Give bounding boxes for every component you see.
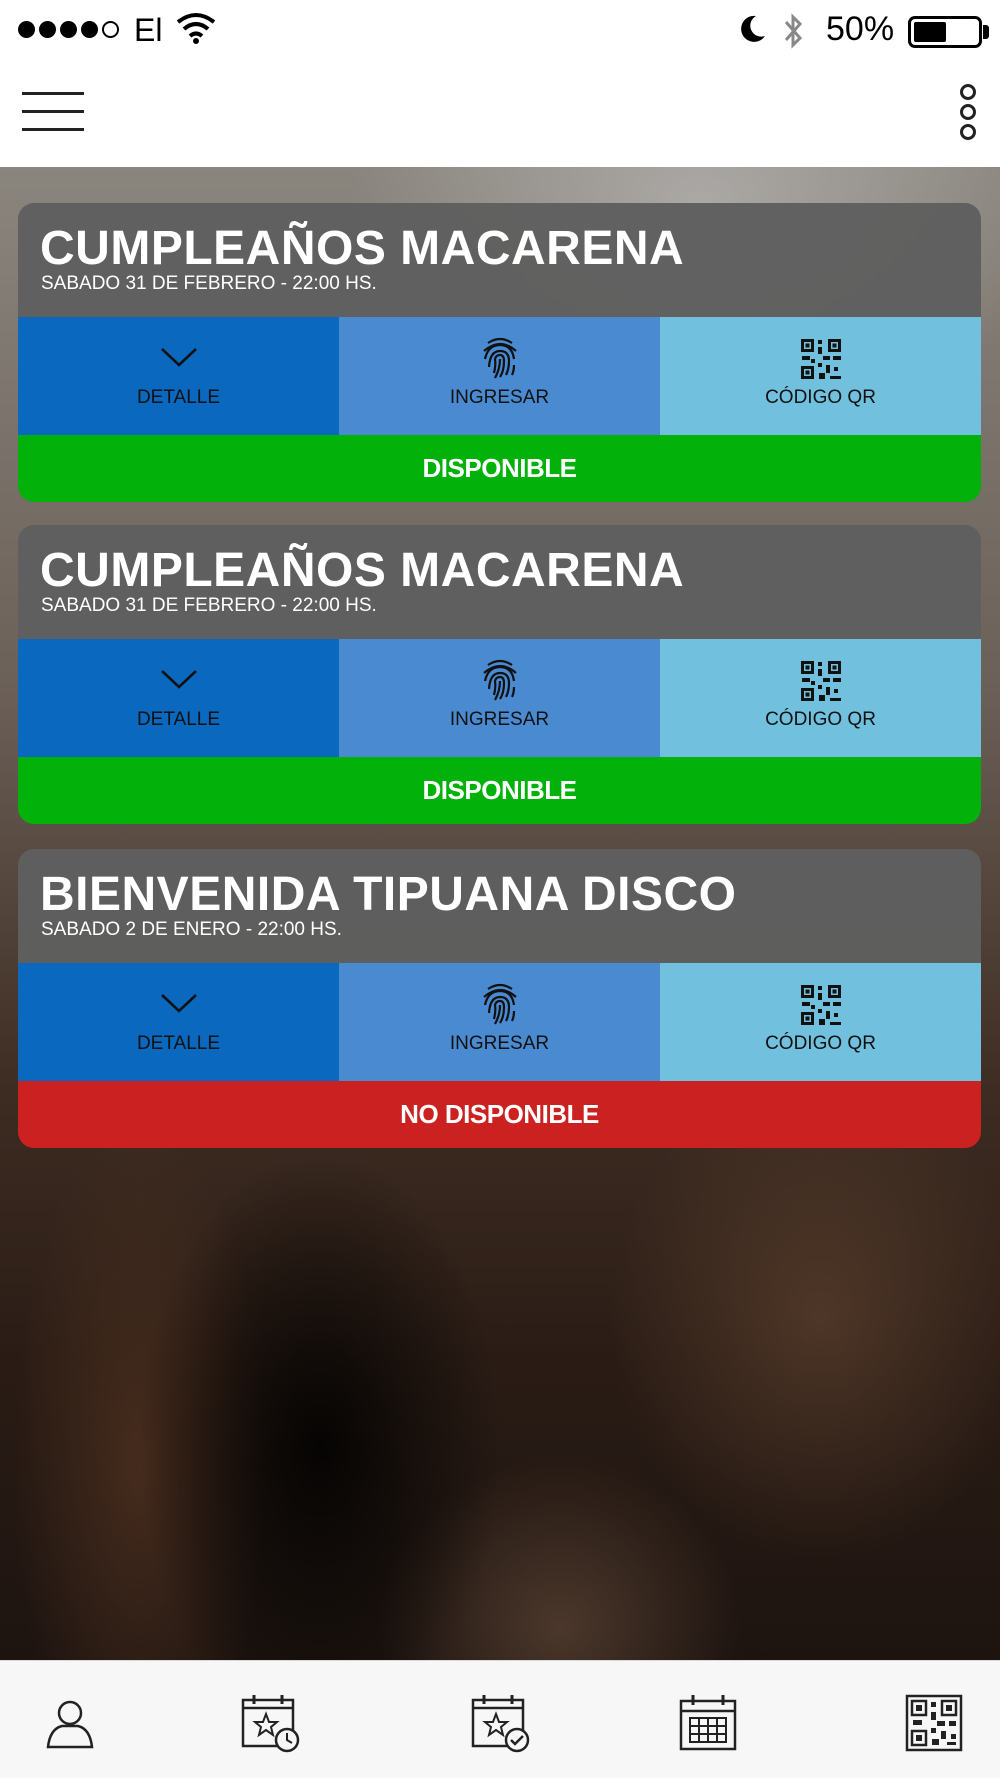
enter-button[interactable]: INGRESAR (339, 639, 660, 757)
profile-icon (46, 1700, 94, 1749)
upcoming-events-icon (241, 1695, 300, 1753)
fingerprint-icon (339, 333, 660, 381)
battery-icon (908, 16, 982, 48)
detail-button[interactable]: DETALLE (18, 963, 339, 1081)
chevron-down-icon (18, 991, 339, 1015)
status-bar: El 50% (0, 0, 1000, 62)
tab-attended-events[interactable] (468, 1691, 532, 1755)
availability-status: NO DISPONIBLE (18, 1081, 981, 1148)
battery-percentage: 50% (826, 10, 895, 48)
qr-code-label: CÓDIGO QR (765, 709, 876, 730)
bottom-tab-bar (0, 1660, 1000, 1778)
qr-code-icon (660, 337, 981, 381)
hamburger-menu-icon[interactable] (22, 92, 86, 132)
qr-code-label: CÓDIGO QR (765, 1033, 876, 1054)
detail-label: DETALLE (136, 387, 221, 408)
detail-button[interactable]: DETALLE (18, 317, 339, 435)
qr-code-icon (905, 1694, 963, 1752)
event-actions: DETALLE INGRESAR CÓDIGO QR (18, 317, 981, 435)
detail-label: DETALLE (136, 1033, 221, 1054)
event-card: CUMPLEAÑOS MACARENA SABADO 31 DE FEBRERO … (18, 525, 981, 824)
qr-code-label: CÓDIGO QR (765, 387, 876, 408)
event-card: BIENVENIDA TIPUANA DISCO SABADO 2 DE ENER… (18, 849, 981, 1148)
event-date: SABADO 31 DE FEBRERO - 22:00 HS. (41, 273, 377, 294)
signal-strength-icon (18, 21, 119, 38)
event-actions: DETALLE INGRESAR CÓDIGO QR (18, 963, 981, 1081)
bluetooth-icon (782, 12, 806, 55)
enter-button[interactable]: INGRESAR (339, 963, 660, 1081)
fingerprint-icon (339, 979, 660, 1027)
enter-label: INGRESAR (449, 1033, 550, 1054)
event-date: SABADO 31 DE FEBRERO - 22:00 HS. (41, 595, 377, 616)
tab-qr-code[interactable] (902, 1691, 966, 1755)
enter-label: INGRESAR (449, 387, 550, 408)
tab-calendar[interactable] (676, 1691, 740, 1755)
navigation-bar (0, 62, 1000, 167)
event-title: CUMPLEAÑOS MACARENA (40, 544, 685, 597)
qr-code-button[interactable]: CÓDIGO QR (660, 639, 981, 757)
battery-level-fill (914, 22, 946, 42)
fingerprint-icon (339, 655, 660, 703)
tab-upcoming-events[interactable] (238, 1691, 302, 1755)
qr-code-icon (660, 983, 981, 1027)
chevron-down-icon (18, 345, 339, 369)
event-card: CUMPLEAÑOS MACARENA SABADO 31 DE FEBRERO … (18, 203, 981, 502)
wifi-icon (176, 12, 216, 49)
event-header: BIENVENIDA TIPUANA DISCO SABADO 2 DE ENER… (18, 849, 981, 963)
qr-code-button[interactable]: CÓDIGO QR (660, 963, 981, 1081)
event-date: SABADO 2 DE ENERO - 22:00 HS. (41, 919, 342, 940)
do-not-disturb-icon (740, 14, 766, 49)
event-actions: DETALLE INGRESAR CÓDIGO QR (18, 639, 981, 757)
event-title: CUMPLEAÑOS MACARENA (40, 222, 685, 275)
detail-label: DETALLE (136, 709, 221, 730)
enter-button[interactable]: INGRESAR (339, 317, 660, 435)
availability-status: DISPONIBLE (18, 435, 981, 502)
event-title: BIENVENIDA TIPUANA DISCO (40, 868, 737, 921)
enter-label: INGRESAR (449, 709, 550, 730)
detail-button[interactable]: DETALLE (18, 639, 339, 757)
attended-events-icon (471, 1695, 530, 1753)
battery-tip (983, 25, 989, 39)
vertical-more-icon[interactable] (955, 82, 983, 142)
qr-code-icon (660, 659, 981, 703)
qr-code-button[interactable]: CÓDIGO QR (660, 317, 981, 435)
chevron-down-icon (18, 667, 339, 691)
tab-profile[interactable] (38, 1691, 102, 1755)
event-header: CUMPLEAÑOS MACARENA SABADO 31 DE FEBRERO … (18, 525, 981, 639)
carrier-name: El (134, 12, 163, 48)
calendar-icon (679, 1695, 737, 1751)
availability-status: DISPONIBLE (18, 757, 981, 824)
event-header: CUMPLEAÑOS MACARENA SABADO 31 DE FEBRERO … (18, 203, 981, 317)
